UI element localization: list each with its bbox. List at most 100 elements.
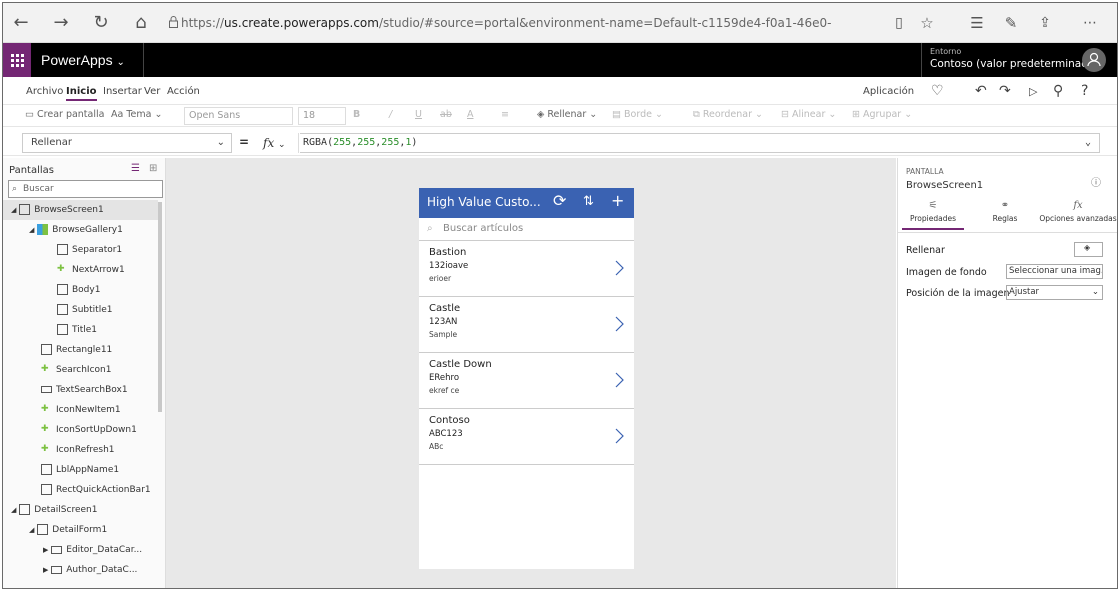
favorites-hub-icon[interactable]: ☰ [965, 11, 989, 35]
collapse-icon[interactable]: ◢ [29, 226, 34, 234]
italic-icon[interactable]: / [389, 109, 392, 120]
tree-list-view-icon[interactable]: ☰ [131, 163, 140, 174]
app-checker-icon[interactable]: ♡ [931, 83, 944, 99]
tree-item-detailform1[interactable]: ◢ DetailForm1 [29, 520, 107, 540]
address-bar[interactable]: https://us.create.powerapps.com/studio/#… [181, 11, 831, 35]
chevron-right-icon[interactable] [615, 372, 624, 388]
expand-icon[interactable]: ▶ [43, 566, 48, 574]
home-icon[interactable]: ⌂ [129, 11, 153, 35]
add-icon[interactable]: + [611, 191, 624, 210]
align-button[interactable]: ⊟ Alinear ⌄ [781, 109, 836, 120]
tree-item-rectquickactionbar1[interactable]: RectQuickActionBar1 [41, 480, 151, 500]
redo-icon[interactable]: ↷ [999, 83, 1011, 99]
collapse-icon[interactable]: ◢ [11, 206, 16, 214]
pen-icon[interactable]: ✎ [999, 11, 1023, 35]
share-icon[interactable]: ⇪ [1033, 11, 1057, 35]
tab-opciones-avanzadas[interactable]: fx Opciones avanzadas [1038, 200, 1117, 230]
sort-icon[interactable]: ⇅ [583, 194, 594, 209]
formula-input[interactable]: RGBA(255,255,255,1) ⌄ [300, 133, 1100, 153]
text-align-icon[interactable]: ≡ [501, 109, 509, 120]
back-icon[interactable]: ← [9, 11, 33, 35]
fx-button[interactable]: fx ⌄ [259, 133, 299, 153]
tab-reglas[interactable]: ⚭ Reglas [980, 200, 1030, 230]
tree-item-lblappname1[interactable]: LblAppName1 [41, 460, 119, 480]
tree-item-iconnewitem1[interactable]: ✚ IconNewItem1 [41, 400, 121, 420]
refresh-icon[interactable]: ↻ [89, 11, 113, 35]
collapse-icon[interactable]: ◢ [11, 506, 16, 514]
tree-item-title1[interactable]: Title1 [57, 320, 97, 340]
menu-insertar[interactable]: Insertar [103, 86, 142, 97]
tree-item-subtitle1[interactable]: Subtitle1 [57, 300, 112, 320]
environment-picker[interactable]: Entorno Contoso (valor predeterminado) [921, 43, 1098, 77]
tree-item-body1[interactable]: Body1 [57, 280, 100, 300]
tree-item-searchicon1[interactable]: ✚ SearchIcon1 [41, 360, 111, 380]
share-app-icon[interactable]: ⚲ [1053, 83, 1063, 99]
new-screen-button[interactable]: ▭ Crear pantalla [25, 109, 104, 120]
tree-scrollbar[interactable] [158, 202, 162, 412]
list-item[interactable]: Castle Down ERehro ekref ce [419, 353, 634, 409]
fill-bucket-icon: ◈ [537, 109, 545, 120]
menu-inicio[interactable]: Inicio [66, 86, 97, 101]
chevron-right-icon[interactable] [615, 428, 624, 444]
theme-button[interactable]: Aa Tema ⌄ [111, 109, 162, 120]
refresh-icon[interactable]: ⟳ [553, 191, 566, 210]
tree-item-editor-datacard[interactable]: ▶ Editor_DataCar... [43, 540, 142, 560]
tree-item-rectangle11[interactable]: Rectangle11 [41, 340, 112, 360]
bold-icon[interactable]: B [353, 109, 360, 120]
tree-item-label: DetailScreen1 [34, 505, 98, 515]
underline-icon[interactable]: U [415, 109, 422, 120]
menu-ver[interactable]: Ver [144, 86, 160, 97]
tree-item-iconrefresh1[interactable]: ✚ IconRefresh1 [41, 440, 115, 460]
more-icon[interactable]: ⋯ [1078, 11, 1102, 35]
chevron-right-icon[interactable] [615, 316, 624, 332]
group-button[interactable]: ⊞ Agrupar ⌄ [852, 109, 912, 120]
avatar[interactable] [1082, 48, 1106, 72]
product-menu[interactable]: PowerApps ⌄ [41, 52, 125, 68]
tree-thumbnail-view-icon[interactable]: ⊞ [149, 163, 157, 174]
menu-accion[interactable]: Acción [167, 86, 200, 97]
reorder-button[interactable]: ⧉ Reordenar ⌄ [693, 109, 763, 120]
tree-item-author-datacard[interactable]: ▶ Author_DataC... [43, 560, 137, 580]
tab-propiedades[interactable]: ⚟ Propiedades [902, 200, 964, 230]
help-icon[interactable]: ⓘ [1091, 174, 1101, 189]
chevron-right-icon[interactable] [615, 260, 624, 276]
property-select[interactable]: Rellenar ⌄ [22, 133, 232, 153]
list-item[interactable]: Castle 123AN Sample [419, 297, 634, 353]
tree-item-separator1[interactable]: Separator1 [57, 240, 122, 260]
app-settings-link[interactable]: Aplicación [863, 86, 914, 97]
font-color-icon[interactable]: A [467, 109, 474, 120]
divider [898, 232, 1117, 233]
favorite-star-icon[interactable]: ☆ [915, 11, 939, 35]
app-search-input[interactable]: ⌕ Buscar artículos [419, 218, 634, 241]
tree-item-nextarrow1[interactable]: ✚ NextArrow1 [57, 260, 125, 280]
border-button[interactable]: ▤ Borde ⌄ [612, 109, 663, 120]
image-position-select[interactable]: Ajustar ⌄ [1006, 285, 1103, 300]
formula-arg: 255 [381, 137, 400, 148]
tree-search-input[interactable]: ⌕ Buscar [8, 180, 163, 198]
expand-icon[interactable]: ▶ [43, 546, 48, 554]
tree-item-browsescreen1[interactable]: ◢ BrowseScreen1 [3, 200, 158, 220]
font-family-select[interactable]: Open Sans [184, 107, 293, 125]
app-launcher-icon[interactable] [3, 43, 31, 77]
tree-item-detailscreen1[interactable]: ◢ DetailScreen1 [11, 500, 97, 520]
expand-icon[interactable]: ⌄ [1085, 134, 1091, 152]
fill-color-picker[interactable]: ◈ [1074, 242, 1103, 257]
fill-button[interactable]: ◈ Rellenar ⌄ [537, 109, 597, 120]
formula-function: RGBA( [303, 137, 334, 148]
font-size-select[interactable]: 18 [298, 107, 346, 125]
tree-item-textsearchbox1[interactable]: TextSearchBox1 [41, 380, 128, 400]
tree-item-browsegallery1[interactable]: ◢ BrowseGallery1 [29, 220, 123, 240]
menu-archivo[interactable]: Archivo [26, 86, 63, 97]
app-preview[interactable]: High Value Custo... ⟳ ⇅ + ⌕ Buscar artíc… [419, 188, 634, 569]
list-item[interactable]: Contoso ABC123 ABc [419, 409, 634, 465]
tree-item-iconsortupdown1[interactable]: ✚ IconSortUpDown1 [41, 420, 137, 440]
collapse-icon[interactable]: ◢ [29, 526, 34, 534]
help-icon[interactable]: ? [1081, 83, 1088, 99]
preview-icon[interactable]: ▷ [1029, 85, 1037, 98]
list-item[interactable]: Bastion 132ioave erioer [419, 241, 634, 297]
background-image-select[interactable]: Seleccionar una imag... [1006, 264, 1103, 279]
undo-icon[interactable]: ↶ [975, 83, 987, 99]
forward-icon[interactable]: → [49, 11, 73, 35]
reading-view-icon[interactable]: ▯ [887, 11, 911, 35]
strikethrough-icon[interactable]: ab [440, 109, 452, 120]
